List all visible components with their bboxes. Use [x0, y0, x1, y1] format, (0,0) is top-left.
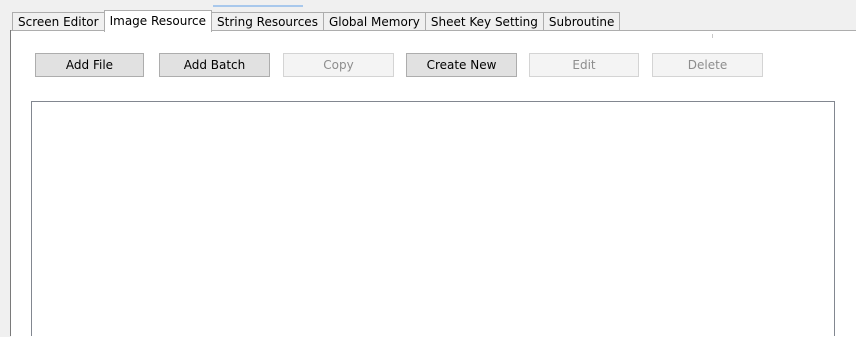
panel-divider-tick — [712, 34, 713, 38]
create-new-button[interactable]: Create New — [406, 53, 517, 77]
tab-screen-editor[interactable]: Screen Editor — [12, 12, 105, 31]
delete-button[interactable]: Delete — [652, 53, 763, 77]
tab-string-resources[interactable]: String Resources — [211, 12, 324, 31]
tab-strip: Screen Editor Image Resource String Reso… — [12, 10, 621, 32]
edit-button[interactable]: Edit — [529, 53, 639, 77]
tab-image-resource[interactable]: Image Resource — [103, 10, 213, 32]
image-resource-list[interactable] — [31, 101, 835, 336]
add-file-button[interactable]: Add File — [35, 53, 144, 77]
tab-accent-line — [213, 5, 303, 7]
tab-global-memory[interactable]: Global Memory — [322, 12, 426, 31]
panel-left-border — [10, 30, 11, 336]
tab-subroutine[interactable]: Subroutine — [542, 12, 621, 31]
add-batch-button[interactable]: Add Batch — [159, 53, 270, 77]
app-window: Screen Editor Image Resource String Reso… — [0, 0, 856, 337]
copy-button[interactable]: Copy — [283, 53, 394, 77]
tab-sheet-key-setting[interactable]: Sheet Key Setting — [424, 12, 544, 31]
